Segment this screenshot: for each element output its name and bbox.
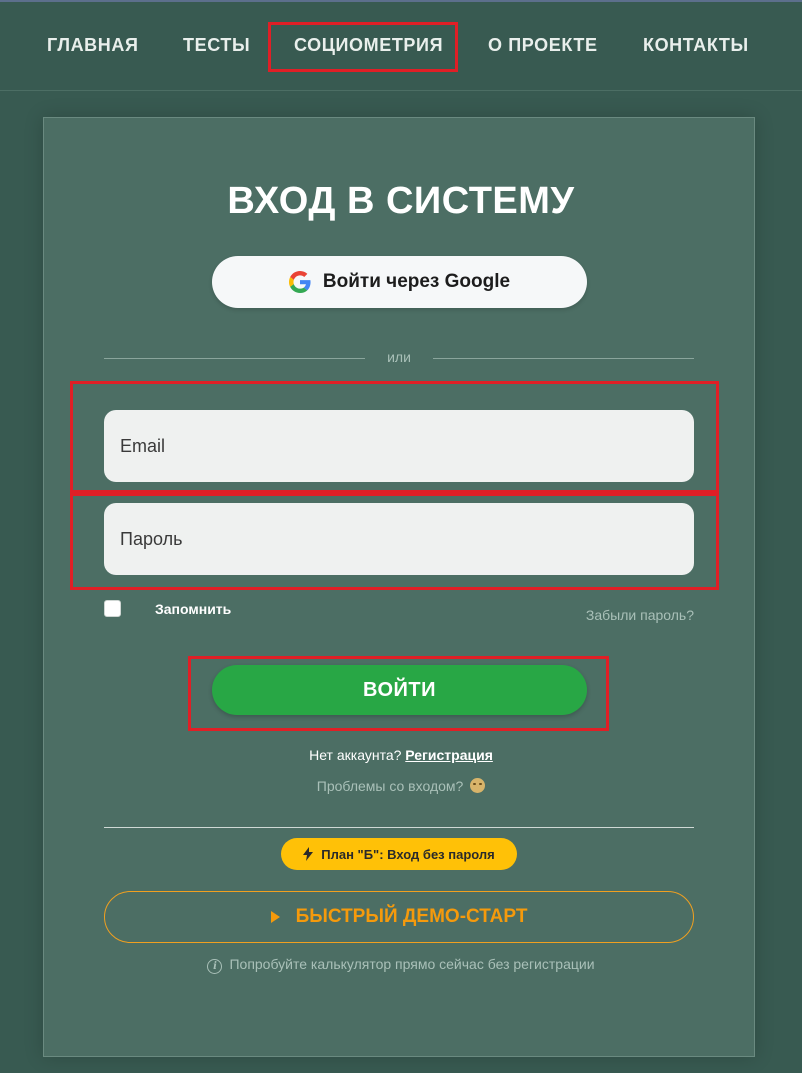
passwordless-login-label: План "Б": Вход без пароля [321, 846, 495, 862]
register-link[interactable]: Регистрация [405, 747, 493, 763]
highlight-box-sociometry [268, 22, 458, 72]
divider-right [433, 358, 694, 359]
demo-hint-text: Попробуйте калькулятор прямо сейчас без … [229, 956, 595, 972]
section-divider [104, 827, 694, 828]
divider-left [104, 358, 365, 359]
demo-hint: i Попробуйте калькулятор прямо сейчас без… [0, 956, 802, 974]
info-circle-icon: i [207, 959, 223, 974]
passwordless-login-button[interactable]: План "Б": Вход без пароля [281, 838, 517, 870]
forgot-password-link[interactable]: Забыли пароль? [586, 607, 694, 623]
no-account-text: Нет аккаунта? [309, 747, 402, 763]
nav-item-home[interactable]: ГЛАВНАЯ [47, 35, 139, 56]
password-field[interactable] [104, 503, 694, 575]
or-separator: или [387, 349, 411, 365]
remember-checkbox[interactable] [104, 600, 121, 617]
signup-line: Нет аккаунта? Регистрация [0, 747, 802, 763]
login-submit-button[interactable]: ВОЙТИ [212, 665, 587, 715]
page-title: ВХОД В СИСТЕМУ [227, 180, 575, 222]
google-login-label: Войти через Google [322, 271, 511, 292]
nav-item-contacts[interactable]: КОНТАКТЫ [643, 35, 749, 56]
remember-label: Запомнить [155, 601, 232, 617]
google-g-icon [288, 271, 311, 293]
nav-item-tests[interactable]: ТЕСТЫ [183, 35, 250, 56]
quick-demo-button[interactable]: БЫСТРЫЙ ДЕМО-СТАРТ [104, 891, 694, 943]
quick-demo-label: БЫСТРЫЙ ДЕМО-СТАРТ [295, 906, 528, 927]
google-login-button[interactable]: Войти через Google [212, 256, 587, 308]
email-field[interactable] [104, 410, 694, 482]
lightning-bolt-icon [303, 847, 314, 861]
login-problems-text: Проблемы со входом? [316, 778, 464, 794]
login-problems-link[interactable]: Проблемы со входом? [0, 778, 802, 794]
downcast-face-emoji-icon [470, 778, 486, 793]
nav-item-about[interactable]: О ПРОЕКТЕ [488, 35, 598, 56]
play-triangle-icon [270, 911, 280, 923]
